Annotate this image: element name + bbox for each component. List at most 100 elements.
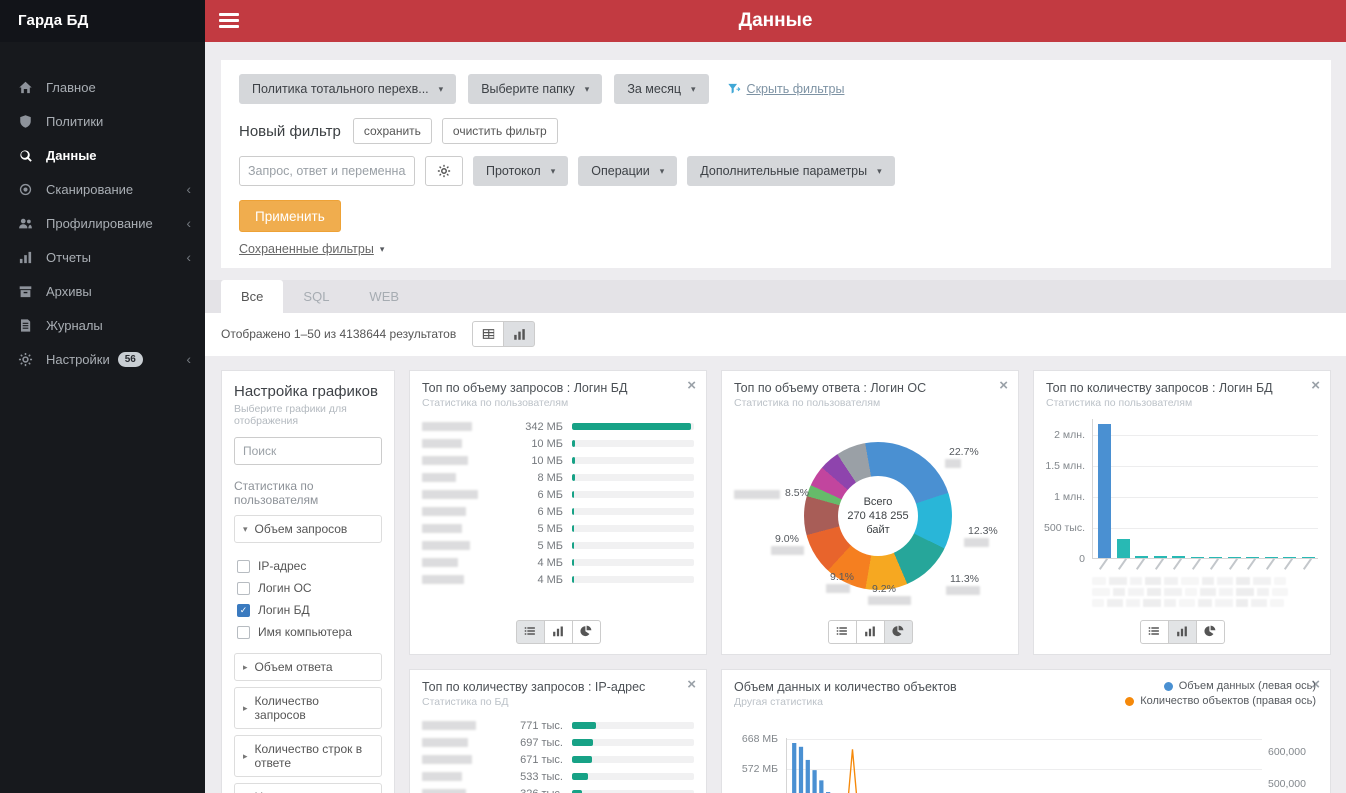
accordion-group-0[interactable]: ▾ Объем запросов (234, 515, 382, 543)
sidebar-item-scanning[interactable]: Сканирование ‹ (0, 172, 205, 206)
sidebar-item-reports[interactable]: Отчеты ‹ (0, 240, 205, 274)
checkbox-checked[interactable]: ✓ (237, 603, 250, 617)
save-filter-button[interactable]: сохранить (352, 118, 432, 144)
checkbox-option[interactable]: IP-адрес (237, 559, 382, 573)
right-y-axis: 600,000 500,000 (1262, 738, 1318, 793)
y-axis-tick: 1 млн. (1054, 490, 1085, 503)
sidebar-item-data[interactable]: Данные (0, 138, 205, 172)
close-icon[interactable]: × (687, 378, 696, 393)
chart-row: 5 МБ (422, 520, 694, 537)
operations-dropdown[interactable]: Операции ▾ (578, 156, 678, 186)
clear-filter-button[interactable]: очистить фильтр (441, 118, 558, 144)
accordion-group-2[interactable]: ▸ Количество запросов (234, 687, 382, 729)
apply-button[interactable]: Применить (239, 200, 341, 232)
close-icon[interactable]: × (687, 677, 696, 692)
query-settings-button[interactable] (425, 156, 463, 186)
sidebar-item-policies[interactable]: Политики (0, 104, 205, 138)
sidebar-item-archives[interactable]: Архивы (0, 274, 205, 308)
chart-view-button[interactable] (503, 321, 536, 347)
x-tick-label (1191, 558, 1201, 570)
sidebar-item-main[interactable]: Главное (0, 70, 205, 104)
accordion-group-1[interactable]: ▸ Объем ответа (234, 653, 382, 681)
chart-row-value: 4 МБ (537, 573, 563, 586)
y-axis-tick: 668 МБ (741, 733, 778, 745)
checkbox[interactable] (237, 559, 250, 573)
redacted-name (422, 738, 512, 747)
bar-view-button[interactable] (855, 620, 885, 644)
redacted-label (964, 538, 989, 547)
redacted-label (422, 541, 470, 550)
chart-row-bar (572, 440, 694, 447)
bar-fill (572, 474, 575, 481)
protocol-dropdown[interactable]: Протокол ▾ (473, 156, 569, 186)
saved-filters-link[interactable]: Сохраненные фильтры ▾ (239, 242, 384, 256)
charts-area: Настройка графиков Выберите графики для … (205, 356, 1346, 793)
hide-filters-link[interactable]: Скрыть фильтры (727, 82, 844, 96)
checkbox[interactable] (237, 581, 250, 595)
close-icon[interactable]: × (1311, 378, 1320, 393)
folder-dropdown[interactable]: Выберите папку ▾ (468, 74, 603, 104)
combo-chart: 668 МБ572 МБ477 МБ 600,000500,000 (734, 733, 1318, 793)
results-summary: Отображено 1–50 из 4138644 результатов (221, 327, 457, 341)
redacted-label (945, 459, 961, 468)
pie-slice-label: 11.3% (950, 573, 979, 585)
donut-chart: Всего 270 418 255 байт (804, 442, 952, 590)
pie-view-button[interactable] (883, 620, 913, 644)
settings-count-badge: 56 (117, 351, 143, 367)
checkbox-option[interactable]: Имя компьютера (237, 625, 382, 639)
redacted-label (422, 772, 462, 781)
tab-sql[interactable]: SQL (283, 280, 349, 313)
chart-card-response-volume-by-os-login: Топ по объему ответа : Логин ОС Статисти… (721, 370, 1019, 655)
chart-row: 771 тыс. (422, 717, 694, 734)
chart-row: 671 тыс. (422, 751, 694, 768)
accordion-group-3[interactable]: ▸ Количество строк в ответе (234, 735, 382, 777)
pie-slice-label: 8.5% (785, 487, 809, 499)
pie-view-button[interactable] (1195, 620, 1225, 644)
x-tick-label (1246, 558, 1257, 570)
filter-panel: Политика тотального перехв... ▾ Выберите … (221, 60, 1331, 268)
chart-view-switcher (422, 610, 694, 644)
app-logo: Гарда БД (0, 0, 205, 42)
redacted-cell (1113, 588, 1125, 596)
sidebar-item-profiling[interactable]: Профилирование ‹ (0, 206, 205, 240)
redacted-cell (1217, 577, 1233, 585)
list-icon (836, 625, 848, 640)
chart-row: 5 МБ (422, 537, 694, 554)
additional-params-dropdown[interactable]: Дополнительные параметры ▾ (687, 156, 895, 186)
redacted-cell (1164, 588, 1182, 596)
sidebar-item-settings[interactable]: Настройки 56 ‹ (0, 342, 205, 376)
x-axis-labels (1092, 558, 1318, 575)
bar-view-button[interactable] (1167, 620, 1197, 644)
tab-web[interactable]: WEB (349, 280, 419, 313)
checkbox[interactable] (237, 625, 250, 639)
query-input[interactable] (239, 156, 415, 186)
redacted-cell (1092, 588, 1110, 596)
list-view-button[interactable] (1139, 620, 1169, 644)
table-view-button[interactable] (472, 321, 505, 347)
chevron-right-icon: ▸ (243, 661, 248, 672)
gridline (1093, 434, 1318, 436)
redacted-label (422, 490, 478, 499)
tab-all[interactable]: Все (221, 280, 284, 313)
chart-title: Топ по количеству запросов : IP-адрес (422, 680, 646, 694)
list-view-button[interactable] (515, 620, 545, 644)
gridline (1093, 527, 1318, 529)
pie-view-button[interactable] (571, 620, 601, 644)
chart-row-value: 342 МБ (525, 420, 563, 433)
checkbox-option[interactable]: ✓ Логин БД (237, 603, 382, 617)
redacted-cell (1145, 577, 1161, 585)
close-icon[interactable]: × (999, 378, 1008, 393)
policy-dropdown[interactable]: Политика тотального перехв... ▾ (239, 74, 457, 104)
checkbox-option[interactable]: Логин ОС (237, 581, 382, 595)
chart-search-input[interactable] (234, 437, 382, 465)
bar-fill (572, 756, 593, 763)
bar-chart-icon (513, 329, 525, 340)
bar-list: 771 тыс. 697 тыс. 671 тыс. 533 тыс. 326 тыс.… (422, 717, 694, 793)
bar-view-button[interactable] (543, 620, 573, 644)
period-dropdown[interactable]: За месяц ▾ (614, 74, 709, 104)
list-view-button[interactable] (827, 620, 857, 644)
hamburger-menu-icon[interactable] (219, 13, 239, 31)
accordion-group-4[interactable]: ▸Неудачные авторизации (234, 783, 382, 793)
chart-row-bar (572, 576, 694, 583)
sidebar-item-journals[interactable]: Журналы (0, 308, 205, 342)
